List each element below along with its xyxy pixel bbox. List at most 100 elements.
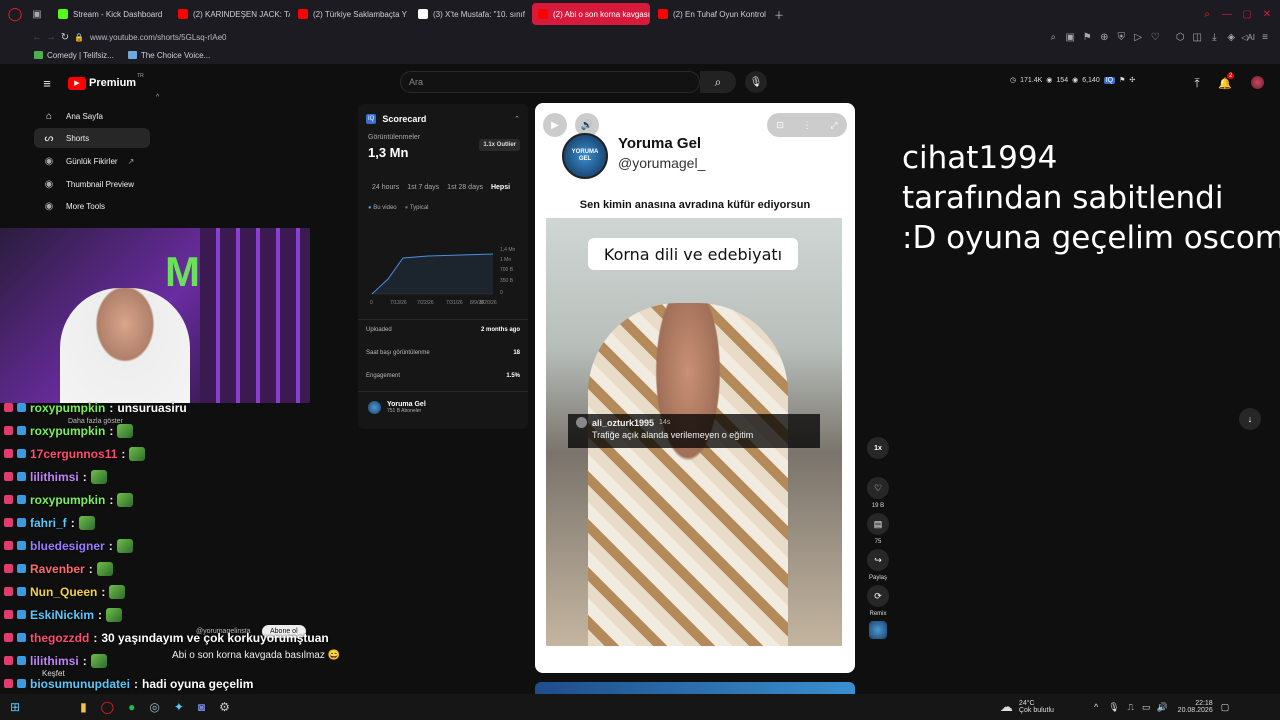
next-short-preview[interactable] [535, 682, 855, 694]
clock[interactable]: 22:18 20.08.2026 [1178, 700, 1213, 714]
zoom-icon[interactable]: ⌕ [1046, 30, 1060, 44]
captions-icon[interactable]: ⊡ [776, 120, 784, 131]
chat-username[interactable]: lilithimsi [30, 654, 79, 668]
sidebar-item-shorts[interactable]: ᔕ Shorts [34, 128, 150, 148]
sidebar-item-daily-ideas[interactable]: ◉ Günlük Fikirler ↗ [34, 151, 150, 171]
range-tab[interactable]: 1st 28 days [447, 184, 483, 191]
tray-chevron-icon[interactable]: ^ [1094, 702, 1098, 712]
forward-icon[interactable]: → [44, 30, 58, 44]
browser-tab[interactable]: (2) En Tuhaf Oyun Kontrol [652, 3, 770, 25]
browser-tab[interactable]: (3) X'te Mustafa: "10. sınıf [412, 3, 530, 25]
back-icon[interactable]: ← [30, 30, 44, 44]
tab-menu-icon[interactable]: ▣ [30, 7, 44, 21]
like-button[interactable]: ♡ [867, 477, 889, 499]
hamburger-menu-icon[interactable]: ≡ [40, 76, 54, 91]
close-window-icon[interactable]: ✕ [1260, 7, 1274, 21]
sound-thumbnail[interactable] [869, 621, 887, 639]
spotify-icon[interactable]: ● [128, 700, 135, 714]
sidebar-item-home[interactable]: ⌂ Ana Sayfa [34, 106, 150, 126]
upload-icon[interactable]: ⤒ [1190, 76, 1204, 90]
collapse-icon[interactable]: ⌃ [514, 115, 520, 123]
volume-icon[interactable]: 🔊 [1156, 702, 1167, 713]
browser-tab[interactable]: Stream - Kick Dashboard [52, 3, 170, 25]
chat-username[interactable]: EskiNickim [30, 608, 94, 622]
share-button[interactable]: ↪ [867, 549, 889, 571]
chat-username[interactable]: bluedesigner [30, 539, 105, 553]
remix-button[interactable]: ⟳ [867, 585, 889, 607]
weather-widget[interactable]: 24°C Çok bulutlu [1019, 700, 1054, 714]
channel-logo[interactable]: YORUMA GEL [562, 133, 608, 179]
reload-icon[interactable]: ↻ [58, 30, 72, 44]
sidebar-item-more-tools[interactable]: ◉ More Tools [34, 196, 150, 216]
settings-icon[interactable]: ⚙ [219, 700, 230, 714]
shield-icon[interactable]: ⛨ [1114, 30, 1128, 44]
browser-tab[interactable]: (2) Türkiye Saklambaçta Y [292, 3, 410, 25]
search-tabs-icon[interactable]: ⌕ [1200, 7, 1214, 21]
voice-search-button[interactable]: 🎙 [745, 71, 767, 93]
heart-icon[interactable]: ♡ [1148, 30, 1162, 44]
chat-username[interactable]: lilithimsi [30, 470, 79, 484]
scorecard-channel[interactable]: Yoruma Gel 751 B Aboneler [368, 401, 426, 414]
chat-username[interactable]: Ravenber [30, 562, 85, 576]
chat-username[interactable]: Nun_Queen [30, 585, 97, 599]
browser-tab[interactable]: (2) KARINDEŞEN JACK: TA [172, 3, 290, 25]
collapse-caret-icon[interactable]: ^ [156, 94, 159, 101]
vidiq-icon[interactable]: IQ [1103, 76, 1116, 84]
start-icon[interactable]: ⊞ [10, 700, 20, 714]
bookmark-item[interactable]: Comedy | Telifsiz... [34, 51, 114, 60]
new-tab-icon[interactable]: ＋ [772, 7, 786, 22]
minimize-icon[interactable]: — [1220, 7, 1234, 21]
app-icon[interactable]: ✦ [174, 700, 184, 714]
comment-button[interactable]: ▤ [867, 513, 889, 535]
snapshot-icon[interactable]: ◫ [1190, 30, 1204, 44]
speed-button[interactable]: 1x [867, 437, 889, 459]
more-menu-icon[interactable]: ≡ [1258, 30, 1272, 44]
discord-icon[interactable]: ◙ [198, 700, 205, 714]
folder-icon[interactable]: ▮ [80, 700, 87, 714]
download-icon[interactable]: ⤓ [1207, 30, 1221, 44]
chat-username[interactable]: thegozzdd [30, 631, 89, 645]
scorecard-header[interactable]: IQ Scorecard ⌃ [358, 104, 528, 124]
chat-username[interactable]: 17cergunnos11 [30, 447, 117, 461]
bookmark-item[interactable]: The Choice Voice... [127, 51, 210, 60]
maximize-icon[interactable]: ▢ [1240, 7, 1254, 21]
range-tab[interactable]: 1st 7 days [407, 184, 439, 191]
wallet-icon[interactable]: ◈ [1224, 30, 1238, 44]
camera-icon[interactable]: ▣ [1063, 30, 1077, 44]
ai-icon[interactable]: ◁AI [1241, 30, 1255, 44]
opera-icon[interactable]: ◯ [101, 700, 114, 714]
sidebar-item-thumbnail-preview[interactable]: ◉ Thumbnail Preview [34, 174, 150, 194]
search-button[interactable]: ⌕ [700, 71, 736, 93]
chat-username[interactable]: biosumunupdatei [30, 677, 130, 691]
tools-icon[interactable]: ✣ [1129, 76, 1135, 84]
fullscreen-icon[interactable]: ⤢ [830, 120, 837, 131]
chat-username[interactable]: roxypumpkin [30, 424, 105, 438]
more-options-icon[interactable]: ⋮ [803, 120, 812, 131]
player-icon[interactable]: ▷ [1131, 30, 1145, 44]
steam-icon[interactable]: ◎ [149, 700, 159, 714]
play-button[interactable]: ▶ [543, 113, 567, 137]
channel-title[interactable]: Yoruma Gel [618, 135, 701, 152]
range-tab[interactable]: 24 hours [372, 184, 399, 191]
avatar[interactable] [1251, 76, 1264, 89]
extensions-icon[interactable]: ⬡ [1173, 30, 1187, 44]
range-tab-active[interactable]: Hepsi [491, 184, 510, 191]
usb-tray-icon[interactable]: ⎍ [1128, 702, 1134, 713]
mic-tray-icon[interactable]: 🎙 [1108, 702, 1119, 713]
chat-username[interactable]: roxypumpkin [30, 493, 105, 507]
next-short-button[interactable]: ↓ [1239, 408, 1261, 430]
chat-badge-icon [4, 426, 13, 435]
video-frame[interactable]: Korna dili ve edebiyatı ali_ozturk1995 1… [546, 218, 842, 646]
chat-username[interactable]: fahri_f [30, 516, 67, 530]
flag-icon[interactable]: ⚑ [1119, 76, 1125, 84]
pin-icon[interactable]: ⊕ [1097, 30, 1111, 44]
youtube-logo[interactable]: ▶ Premium TR [68, 73, 144, 90]
url-field[interactable]: www.youtube.com/shorts/5GLsq-rIAe0 [90, 33, 227, 42]
bookmark-icon[interactable]: ⚑ [1080, 30, 1094, 44]
network-icon[interactable]: ▭ [1142, 702, 1151, 713]
opera-logo-icon[interactable]: ◯ [8, 6, 23, 21]
chat-username[interactable]: roxypumpkin [30, 401, 105, 415]
notification-center-icon[interactable]: ▢ [1221, 702, 1230, 713]
browser-tab[interactable]: (2) Abi o son korna kavgası [532, 3, 650, 25]
search-input[interactable]: Ara [400, 71, 700, 93]
